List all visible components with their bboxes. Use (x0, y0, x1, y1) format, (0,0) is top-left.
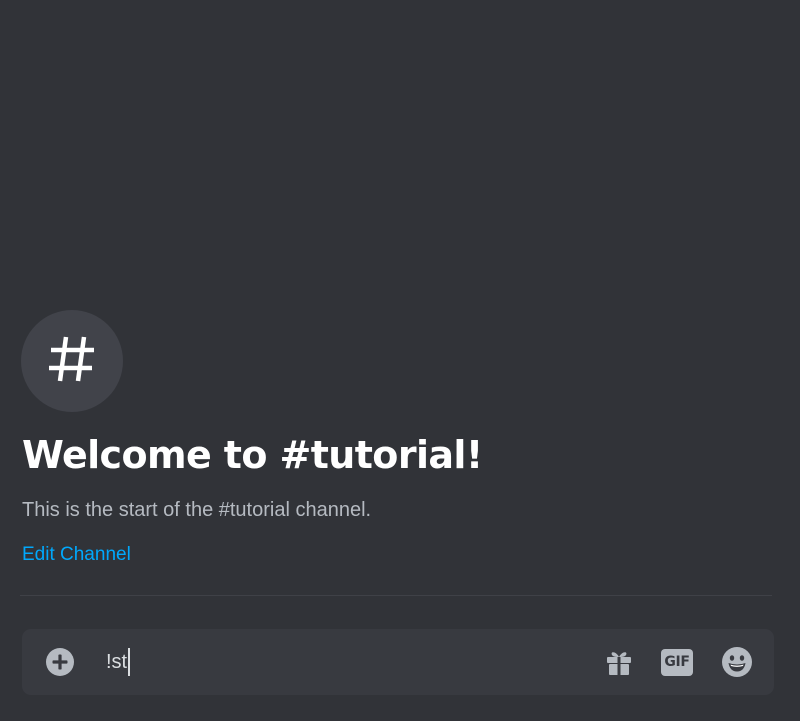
message-input[interactable] (106, 645, 586, 679)
gif-label: GIF (661, 648, 693, 676)
welcome-title: Welcome to #tutorial! (22, 433, 483, 477)
plus-circle-icon (45, 647, 75, 677)
message-composer: !st GIF (22, 629, 774, 695)
gif-button[interactable]: GIF (661, 646, 693, 678)
smiley-emoji-icon (721, 646, 753, 678)
channel-hashtag-avatar (21, 310, 123, 412)
channel-view: Welcome to #tutorial! This is the start … (0, 0, 800, 721)
emoji-button[interactable] (721, 646, 753, 678)
hashtag-icon (44, 331, 100, 392)
divider (20, 595, 772, 596)
welcome-subtitle: This is the start of the #tutorial chann… (22, 499, 372, 521)
gift-icon (604, 647, 634, 677)
add-attachment-button[interactable] (45, 647, 75, 677)
edit-channel-link[interactable]: Edit Channel (22, 542, 131, 568)
gift-button[interactable] (603, 646, 635, 678)
